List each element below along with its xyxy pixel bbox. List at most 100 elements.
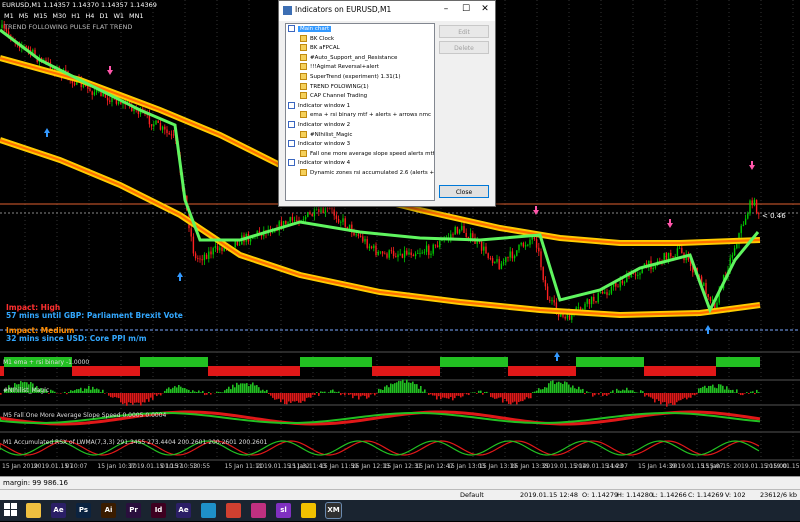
indesign-icon[interactable]: Id bbox=[151, 503, 166, 518]
photoshop-icon[interactable]: Ps bbox=[76, 503, 91, 518]
tf-mn1[interactable]: MN1 bbox=[129, 12, 144, 20]
dialog-titlebar[interactable]: Indicators on EURUSD,M1 – ☐ ✕ bbox=[279, 1, 495, 21]
candle-body bbox=[334, 209, 335, 215]
histogram-bar bbox=[586, 391, 588, 393]
edit-button[interactable]: Edit bbox=[439, 25, 489, 38]
tree-window-node[interactable]: Indicator window 2 bbox=[288, 121, 350, 130]
binary-block bbox=[388, 366, 392, 376]
binary-block bbox=[412, 366, 416, 376]
histogram-bar bbox=[534, 392, 536, 393]
histogram-bar bbox=[576, 389, 578, 393]
histogram-bar bbox=[174, 386, 176, 393]
delete-button[interactable]: Delete bbox=[439, 41, 489, 54]
binary-block bbox=[104, 366, 108, 376]
windows-start-icon[interactable] bbox=[3, 503, 18, 518]
tree-window-node[interactable]: Indicator window 4 bbox=[288, 159, 350, 168]
tree-window-node[interactable]: Indicator window 3 bbox=[288, 140, 350, 149]
histogram-bar bbox=[380, 389, 382, 393]
tf-m15[interactable]: M15 bbox=[34, 12, 48, 20]
histogram-bar bbox=[76, 389, 78, 393]
tree-indicator-node[interactable]: !!!Agimat Reversal+alert bbox=[300, 63, 379, 72]
histogram-bar bbox=[516, 393, 518, 404]
binary-block bbox=[752, 357, 756, 367]
histogram-bar bbox=[454, 393, 456, 398]
file-explorer-icon[interactable] bbox=[26, 503, 41, 518]
histogram-bar bbox=[116, 393, 118, 398]
tree-window-node[interactable]: Main chart bbox=[288, 25, 331, 34]
candle-body bbox=[210, 252, 211, 255]
tf-w1[interactable]: W1 bbox=[113, 12, 124, 20]
app-purple-icon[interactable]: sl bbox=[276, 503, 291, 518]
premiere-icon[interactable]: Pr bbox=[126, 503, 141, 518]
tree-node-label: !!!Agimat Reversal+alert bbox=[310, 64, 379, 70]
tree-indicator-node[interactable]: TREND FOLOWING(1) bbox=[300, 83, 369, 92]
binary-block bbox=[704, 366, 708, 376]
candle-body bbox=[202, 259, 203, 260]
tf-m5[interactable]: M5 bbox=[19, 12, 29, 20]
histogram-bar bbox=[666, 393, 668, 407]
binary-block bbox=[728, 357, 732, 367]
histogram-bar bbox=[348, 393, 350, 395]
xm-terminal-icon[interactable]: XM bbox=[326, 503, 341, 518]
tree-window-node[interactable]: Indicator window 1 bbox=[288, 102, 350, 111]
histogram-bar bbox=[328, 392, 330, 393]
candle-body bbox=[395, 256, 396, 257]
tf-h4[interactable]: H4 bbox=[85, 12, 94, 20]
tree-indicator-node[interactable]: CAP Channel Trading bbox=[300, 92, 367, 101]
app-circle-icon[interactable] bbox=[201, 503, 216, 518]
tree-indicator-node[interactable]: SuperTrend (experiment) 1.31(1) bbox=[300, 73, 401, 82]
histogram-bar bbox=[640, 390, 642, 393]
histogram-bar bbox=[654, 393, 656, 402]
candle-body bbox=[206, 255, 207, 259]
close-icon[interactable]: ✕ bbox=[478, 4, 492, 14]
tree-indicator-node[interactable]: #NIhilist_Magic bbox=[300, 131, 352, 140]
app-pink-icon[interactable] bbox=[251, 503, 266, 518]
binary-block bbox=[296, 366, 300, 376]
candle-body bbox=[235, 241, 236, 247]
maximize-icon[interactable]: ☐ bbox=[459, 4, 473, 14]
tf-m30[interactable]: M30 bbox=[52, 12, 66, 20]
binary-block bbox=[448, 357, 452, 367]
tree-indicator-node[interactable]: Dynamic zones rsi accumulated 2.6 (alert… bbox=[300, 169, 434, 178]
binary-block bbox=[708, 366, 712, 376]
binary-block bbox=[236, 366, 240, 376]
tree-indicator-node[interactable]: BK aFPCAL bbox=[300, 44, 340, 53]
binary-block bbox=[616, 357, 620, 367]
histogram-bar bbox=[752, 391, 754, 393]
binary-block bbox=[552, 366, 556, 376]
binary-block bbox=[420, 366, 424, 376]
binary-block bbox=[276, 366, 280, 376]
candle-body bbox=[329, 208, 330, 209]
binary-block bbox=[208, 366, 212, 376]
tree-indicator-node[interactable]: ema + rsi binary mtf + alerts + arrows n… bbox=[300, 111, 431, 120]
tree-indicator-node[interactable]: Fall one more average slope speed alerts… bbox=[300, 150, 435, 159]
indicators-dialog[interactable]: Indicators on EURUSD,M1 – ☐ ✕ Main chart… bbox=[278, 0, 496, 207]
minimize-icon[interactable]: – bbox=[439, 4, 453, 14]
indicator-tree[interactable]: Main chartBK ClockBK aFPCAL#Auto_Support… bbox=[285, 23, 435, 201]
histogram-bar bbox=[170, 389, 172, 393]
histogram-bar bbox=[84, 388, 86, 393]
tree-indicator-node[interactable]: BK Clock bbox=[300, 35, 334, 44]
candle-body bbox=[314, 209, 315, 216]
chrome-icon[interactable] bbox=[226, 503, 241, 518]
histogram-bar bbox=[694, 393, 696, 395]
histogram-bar bbox=[580, 389, 582, 393]
norton-icon[interactable] bbox=[301, 503, 316, 518]
histogram-bar bbox=[506, 393, 508, 401]
close-button[interactable]: Close bbox=[439, 185, 489, 198]
illustrator-icon[interactable]: Ai bbox=[101, 503, 116, 518]
after-effects-icon[interactable]: Ae bbox=[51, 503, 66, 518]
tf-h1[interactable]: H1 bbox=[71, 12, 80, 20]
after-effects-2-icon[interactable]: Ae bbox=[176, 503, 191, 518]
tf-d1[interactable]: D1 bbox=[99, 12, 108, 20]
histogram-bar bbox=[394, 383, 396, 393]
indicator-icon bbox=[300, 92, 307, 99]
histogram-bar bbox=[50, 390, 52, 393]
tree-indicator-node[interactable]: #Auto_Support_and_Resistance bbox=[300, 54, 397, 63]
histogram-bar bbox=[182, 388, 184, 393]
binary-block bbox=[736, 357, 740, 367]
histogram-bar bbox=[518, 393, 520, 402]
candle-body bbox=[622, 281, 623, 284]
tf-m1[interactable]: M1 bbox=[4, 12, 14, 20]
binary-block bbox=[572, 366, 576, 376]
